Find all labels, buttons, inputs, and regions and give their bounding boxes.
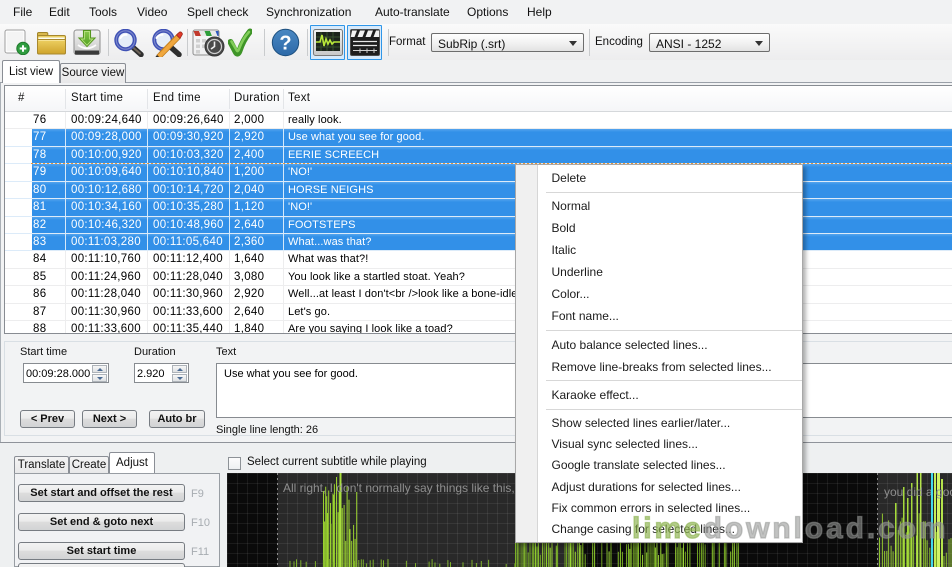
svg-text:?: ? xyxy=(279,33,291,55)
